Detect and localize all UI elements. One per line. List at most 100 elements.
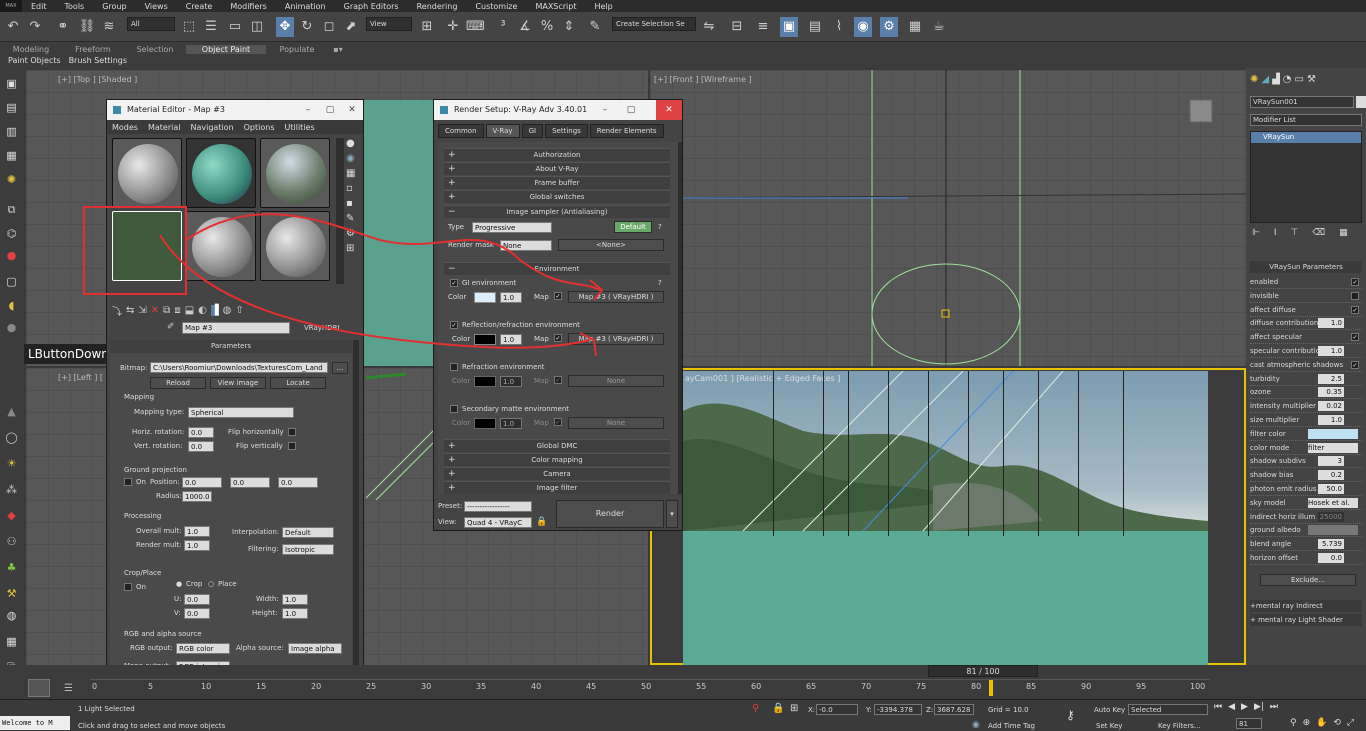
create-box-icon[interactable]: ▣ [3, 76, 20, 92]
v-field[interactable]: 0.0 [184, 608, 210, 619]
rollout-image-filter[interactable]: + Image filter [444, 481, 670, 494]
light-icon[interactable]: ✺ [3, 172, 20, 188]
bind-space-warp-icon[interactable]: ≋ [100, 17, 118, 37]
key-filters-button[interactable]: Key Filters... [1158, 722, 1201, 730]
rollout-mr-indirect[interactable]: +mental ray Indirect Illumination [1250, 600, 1362, 622]
utility-icon[interactable]: ◖ [3, 298, 20, 314]
snaps-toggle-icon[interactable]: ³ [494, 17, 512, 37]
object-name-field[interactable]: VRaySun001 [1250, 96, 1354, 108]
rollout-about-vray[interactable]: + About V-Ray [444, 162, 670, 175]
scene-explorer-icon[interactable]: ▣ [780, 17, 798, 37]
menu-animation[interactable]: Animation [276, 2, 335, 11]
tab-gi[interactable]: GI [521, 124, 544, 138]
vraysun-param-value[interactable]: 1.0 [1318, 346, 1344, 356]
material-slot-5[interactable] [186, 211, 256, 281]
pick-material-icon[interactable]: ✐ [167, 322, 175, 332]
rollout-global-switches[interactable]: + Global switches [444, 190, 670, 203]
time-slider[interactable]: 81 / 100 [928, 665, 1038, 677]
render-mask-dropdown[interactable]: None [500, 240, 552, 251]
pivot-icon[interactable]: ⊞ [418, 17, 436, 37]
viewport-layout-icon[interactable] [28, 679, 50, 697]
angle-snap-icon[interactable]: ∡ [516, 17, 534, 37]
key-icon[interactable]: ⚷ [1066, 708, 1075, 722]
rollout-global-dmc[interactable]: + Global DMC [444, 439, 670, 452]
link-icon[interactable]: ⚭ [54, 17, 72, 37]
tab-vray[interactable]: V-Ray [485, 124, 520, 138]
put-to-library-icon[interactable]: ⬓ [185, 305, 194, 316]
named-selection-dropdown[interactable]: Create Selection Se [612, 17, 696, 31]
undo-icon[interactable]: ↶ [4, 17, 22, 37]
rollout-mr-light-shader[interactable]: + mental ray Light Shader [1250, 614, 1362, 626]
maximize-viewport-icon[interactable]: ⤢ [1347, 718, 1354, 730]
render-setup-icon[interactable]: ⚙ [880, 17, 898, 37]
set-key-button[interactable]: Set Key [1096, 722, 1122, 730]
video-check-icon[interactable]: ▪ [346, 198, 362, 209]
hierarchy-tab-icon[interactable]: ▟ [1272, 74, 1280, 90]
flip-vertically-checkbox[interactable] [288, 442, 296, 450]
tab-modeling[interactable]: Modeling [0, 45, 62, 54]
display-icon[interactable]: ▢ [3, 274, 20, 290]
time-ruler[interactable]: 0 5 10 15 20 25 30 35 40 45 50 55 60 65 … [90, 679, 1210, 697]
cloth-icon[interactable]: ⚇ [3, 534, 20, 550]
modifier-list-dropdown[interactable]: Modifier List [1250, 114, 1362, 126]
modify-tab-icon[interactable]: ◢ [1261, 74, 1269, 90]
sample-type-icon[interactable]: ● [346, 138, 362, 149]
motion-tab-icon[interactable]: ◔ [1283, 74, 1292, 90]
selection-lock-icon[interactable]: 🔒 [772, 703, 784, 714]
tab-selection[interactable]: Selection [124, 45, 186, 54]
vraysun-param-checkbox[interactable]: ✓ [1351, 333, 1359, 342]
remove-modifier-icon[interactable]: ⌫ [1312, 228, 1325, 242]
add-time-tag-button[interactable]: Add Time Tag [988, 722, 1035, 730]
close-icon[interactable]: ✕ [341, 100, 363, 120]
select-scale-icon[interactable]: ◻ [320, 17, 338, 37]
ribbon-toggle-icon[interactable]: ▤ [806, 17, 824, 37]
menu-modes[interactable]: Modes [112, 123, 138, 132]
vraysun-param-value[interactable]: 0.35 [1318, 387, 1344, 398]
display-tab-icon[interactable]: ▭ [1295, 74, 1304, 90]
rollout-authorization[interactable]: + Authorization [444, 148, 670, 161]
filtering-dropdown[interactable]: Isotropic [282, 544, 334, 555]
reload-button[interactable]: Reload [150, 377, 206, 389]
rollouts-scrollbar[interactable] [678, 142, 682, 494]
show-end-result-icon[interactable]: Ⅰ [1274, 228, 1277, 242]
vraysun-param-checkbox[interactable]: ✓ [1351, 278, 1359, 286]
vraysun-param-value[interactable]: 0.02 [1318, 401, 1344, 412]
crop-on-checkbox[interactable] [124, 583, 132, 591]
vraysun-param-value[interactable] [1308, 428, 1358, 439]
play-icon[interactable]: ▶ [1241, 702, 1248, 716]
rect-selection-icon[interactable]: ▭ [226, 17, 244, 37]
app-logo-icon[interactable]: MAX [0, 0, 22, 12]
select-move-icon[interactable]: ✥ [276, 17, 294, 37]
material-editor-titlebar[interactable]: Material Editor - Map #3 – ▢ ✕ [107, 100, 363, 120]
lock-view-icon[interactable]: 🔒 [536, 517, 547, 527]
helper-icon[interactable]: ⌬ [3, 226, 20, 242]
selection-filter-dropdown[interactable]: All [127, 17, 175, 31]
flip-horizontally-checkbox[interactable] [288, 428, 296, 436]
tab-freeform[interactable]: Freeform [62, 45, 124, 54]
particle-icon[interactable]: ⁂ [3, 482, 20, 498]
pin-stack-icon[interactable]: ⊩ [1252, 228, 1260, 242]
vraysun-param-value[interactable]: 50.0 [1318, 484, 1344, 494]
vraysun-param-value[interactable]: 25000 [1318, 511, 1344, 522]
go-to-parent-icon[interactable]: ⇧ [235, 305, 243, 316]
camera-icon[interactable]: ⧉ [3, 202, 20, 218]
render-mask-value-button[interactable]: <None> [558, 239, 664, 251]
object-color-swatch[interactable] [1356, 96, 1366, 108]
keyboard-shortcut-icon[interactable]: ⌨ [466, 17, 485, 37]
vraysun-param-value[interactable] [1308, 525, 1358, 536]
rollout-color-mapping[interactable]: + Color mapping [444, 453, 670, 466]
z-coord-field[interactable]: 3687.628 [934, 704, 974, 715]
maximize-icon[interactable]: ▢ [319, 100, 341, 120]
refl-map-button[interactable]: Map #3 ( VRayHDRI ) [568, 333, 664, 345]
mirror-icon[interactable]: ⇋ [700, 17, 718, 37]
assign-material-icon[interactable]: ⇲ [138, 305, 146, 316]
isolate-icon[interactable]: ⚲ [752, 703, 759, 714]
rollout-environment[interactable]: − Environment [444, 262, 670, 275]
vraysun-param-value[interactable]: 5.739 [1318, 539, 1344, 550]
menu-modifiers[interactable]: Modifiers [221, 2, 276, 11]
gi-map-button[interactable]: Map #3 ( VRayHDRI ) [568, 291, 664, 303]
material-slot-3[interactable] [260, 138, 330, 208]
modifier-stack-item[interactable]: VRaySun [1251, 132, 1361, 143]
rgb-output-dropdown[interactable]: RGB color [176, 643, 230, 654]
render-button[interactable]: Render [556, 500, 664, 528]
